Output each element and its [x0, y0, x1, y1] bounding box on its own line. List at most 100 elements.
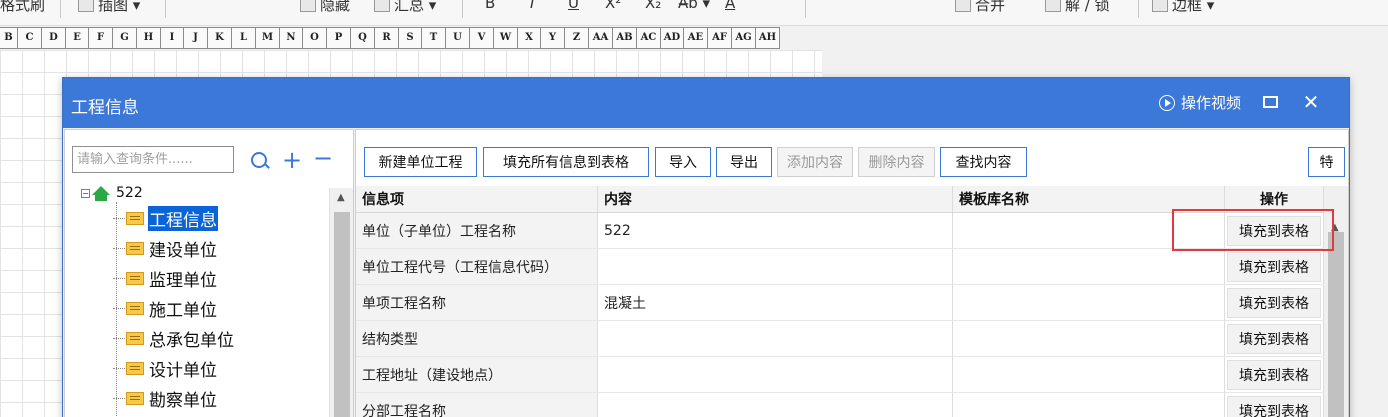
column-header[interactable]: AE [684, 27, 708, 49]
fill-to-table-button[interactable]: 填充到表格 [1227, 251, 1321, 282]
table-row[interactable]: 结构类型 填充到表格 [356, 321, 1324, 357]
column-header[interactable]: AC [637, 27, 661, 49]
row-content[interactable] [598, 321, 953, 356]
column-header[interactable]: J [184, 27, 208, 49]
fill-to-table-button[interactable]: 填充到表格 [1227, 359, 1321, 390]
search-icon[interactable] [251, 152, 267, 168]
column-header[interactable]: AF [708, 27, 732, 49]
column-header[interactable]: N [280, 27, 303, 49]
underline-button[interactable]: U [568, 0, 579, 12]
row-template[interactable] [953, 213, 1225, 248]
table-row[interactable]: 工程地址（建设地点） 填充到表格 [356, 357, 1324, 393]
table-row[interactable]: 单位（子单位）工程名称 522 填充到表格 [356, 213, 1324, 249]
insert-picture-button[interactable]: 插图 ▾ [78, 0, 140, 15]
header-action[interactable]: 操作 [1225, 186, 1324, 212]
column-header[interactable]: W [494, 27, 518, 49]
bold-button[interactable]: B [485, 0, 495, 12]
column-header[interactable]: E [66, 27, 89, 49]
tree-item-design-unit[interactable]: 设计单位 [113, 355, 218, 381]
find-content-button[interactable]: 查找内容 [940, 147, 1027, 177]
summary-button[interactable]: 汇总 ▾ [374, 0, 436, 15]
tree-item-survey-unit[interactable]: 勘察单位 [113, 385, 218, 411]
column-header[interactable]: R [375, 27, 399, 49]
row-template[interactable] [953, 285, 1225, 320]
collapse-icon[interactable]: − [81, 188, 90, 198]
row-template[interactable] [953, 321, 1225, 356]
add-content-button[interactable]: 添加内容 [777, 147, 853, 177]
lock-button[interactable]: 解 / 锁 [1045, 0, 1110, 15]
column-header[interactable]: AH [756, 27, 780, 49]
column-header[interactable]: P [327, 27, 351, 49]
tree-item-project-info[interactable]: 工程信息 [113, 205, 218, 231]
export-button[interactable]: 导出 [716, 147, 772, 177]
fill-to-table-button[interactable]: 填充到表格 [1227, 215, 1321, 246]
column-header[interactable]: L [232, 27, 256, 49]
column-header[interactable]: AD [661, 27, 684, 49]
column-header[interactable]: F [89, 27, 113, 49]
row-content[interactable]: 混凝土 [598, 285, 953, 320]
search-input[interactable] [72, 146, 234, 173]
row-content[interactable]: 522 [598, 213, 953, 248]
column-header[interactable]: K [208, 27, 232, 49]
header-content[interactable]: 内容 [598, 186, 953, 212]
format-painter-button[interactable]: 格式刷 [0, 0, 45, 15]
column-header[interactable]: H [137, 27, 161, 49]
fill-to-table-button[interactable]: 填充到表格 [1227, 395, 1321, 417]
tree-root-node[interactable]: − 522 [81, 185, 143, 201]
row-template[interactable] [953, 393, 1225, 417]
special-button[interactable]: 特 [1308, 147, 1345, 177]
column-header[interactable]: S [399, 27, 422, 49]
header-item[interactable]: 信息项 [356, 186, 598, 212]
row-content[interactable] [598, 249, 953, 284]
fill-to-table-button[interactable]: 填充到表格 [1227, 323, 1321, 354]
column-header[interactable]: T [422, 27, 446, 49]
row-template[interactable] [953, 249, 1225, 284]
column-header[interactable]: D [42, 27, 66, 49]
delete-content-button[interactable]: 删除内容 [858, 147, 935, 177]
row-template[interactable] [953, 357, 1225, 392]
close-icon[interactable]: ✕ [1301, 90, 1321, 114]
column-header[interactable]: AA [589, 27, 613, 49]
fill-to-table-button[interactable]: 填充到表格 [1227, 287, 1321, 318]
scroll-up-icon[interactable]: ▲ [337, 192, 345, 203]
border-button[interactable]: 边框 ▾ [1152, 0, 1214, 15]
font-color-button[interactable]: A [725, 0, 735, 12]
tree-scrollbar-thumb[interactable] [334, 212, 350, 417]
column-header[interactable]: Z [565, 27, 589, 49]
dialog-title-bar[interactable]: 工程信息 操作视频 ✕ [63, 78, 1349, 128]
subscript-button[interactable]: X₂ [645, 0, 661, 12]
column-header[interactable]: O [303, 27, 327, 49]
new-unit-project-button[interactable]: 新建单位工程 [364, 147, 477, 177]
column-header[interactable]: C [18, 27, 42, 49]
tree-item-construction-unit[interactable]: 建设单位 [113, 235, 218, 261]
column-header[interactable]: V [470, 27, 494, 49]
tree-scrollbar[interactable]: ▲ [329, 188, 353, 417]
add-node-icon[interactable]: + [282, 148, 302, 172]
table-row[interactable]: 分部工程名称 填充到表格 [356, 393, 1324, 417]
column-header[interactable]: B [0, 27, 18, 49]
column-header[interactable]: G [113, 27, 137, 49]
column-header[interactable]: Y [541, 27, 565, 49]
tree-item-supervision-unit[interactable]: 监理单位 [113, 265, 218, 291]
import-button[interactable]: 导入 [655, 147, 711, 177]
table-row[interactable]: 单项工程名称 混凝土 填充到表格 [356, 285, 1324, 321]
italic-button[interactable]: I [530, 0, 534, 12]
column-header[interactable]: AG [732, 27, 756, 49]
maximize-icon[interactable] [1263, 96, 1278, 108]
merge-button[interactable]: 合并 [955, 0, 1005, 15]
fill-all-to-table-button[interactable]: 填充所有信息到表格 [483, 147, 649, 177]
column-header[interactable]: U [446, 27, 470, 49]
column-header[interactable]: AB [613, 27, 637, 49]
column-header[interactable]: I [161, 27, 184, 49]
column-header[interactable]: M [256, 27, 280, 49]
hide-button[interactable]: 隐藏 [300, 0, 350, 15]
table-scrollbar-thumb[interactable] [1328, 232, 1344, 417]
remove-node-icon[interactable]: − [313, 146, 333, 170]
superscript-button[interactable]: X² [605, 0, 621, 12]
row-content[interactable] [598, 357, 953, 392]
tree-item-general-contractor[interactable]: 总承包单位 [113, 325, 235, 351]
tutorial-video-button[interactable]: 操作视频 [1159, 92, 1241, 113]
strikethrough-button[interactable]: A̶b ▾ [678, 0, 710, 12]
header-template[interactable]: 模板库名称 [953, 186, 1225, 212]
row-content[interactable] [598, 393, 953, 417]
